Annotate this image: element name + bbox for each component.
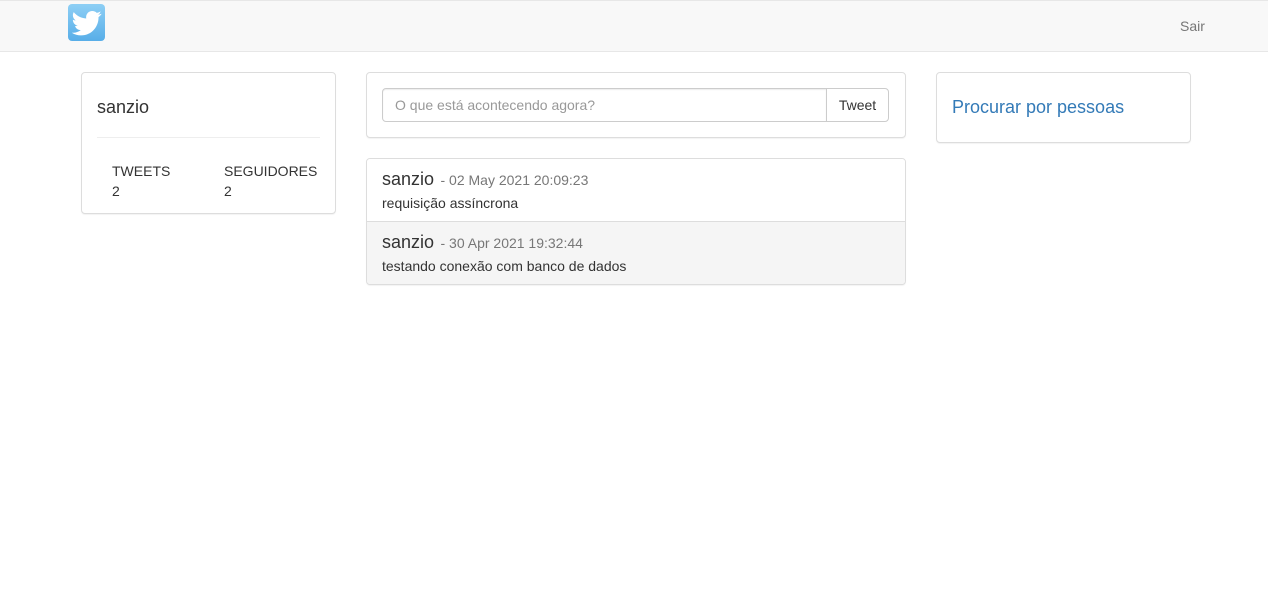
- search-people-panel: Procurar por pessoas: [936, 72, 1191, 143]
- stat-followers-label: SEGUIDORES: [224, 163, 318, 179]
- tweet-header: sanzio - 30 Apr 2021 19:32:44: [382, 232, 583, 253]
- tweet-input[interactable]: [382, 88, 827, 122]
- tweet-feed: sanzio - 02 May 2021 20:09:23 requisição…: [366, 158, 906, 285]
- compose-panel: Tweet: [366, 72, 906, 138]
- tweet-text: requisição assíncrona: [382, 195, 519, 211]
- tweet-item: sanzio - 30 Apr 2021 19:32:44 testando c…: [367, 222, 905, 284]
- tweet-button[interactable]: Tweet: [826, 88, 889, 122]
- tweet-header: sanzio - 02 May 2021 20:09:23: [382, 169, 588, 190]
- tweet-date: - 30 Apr 2021 19:32:44: [440, 235, 583, 251]
- twitter-logo[interactable]: [68, 4, 105, 41]
- stat-followers: SEGUIDORES 2: [224, 161, 317, 201]
- profile-username: sanzio: [97, 97, 150, 117]
- twitter-bird-icon: [71, 10, 101, 35]
- stat-followers-count: 2: [224, 183, 232, 199]
- tweet-author: sanzio: [382, 232, 435, 252]
- stat-tweets-count: 2: [112, 183, 120, 199]
- profile-divider: [97, 137, 320, 138]
- navbar: Sair: [0, 0, 1268, 52]
- stat-tweets: TWEETS 2: [112, 161, 170, 201]
- tweet-text: testando conexão com banco de dados: [382, 258, 627, 274]
- logout-link[interactable]: Sair: [1180, 18, 1205, 34]
- stat-tweets-label: TWEETS: [112, 163, 171, 179]
- tweet-author: sanzio: [382, 169, 435, 189]
- search-people-link[interactable]: Procurar por pessoas: [952, 97, 1124, 118]
- profile-panel: sanzio TWEETS 2 SEGUIDORES 2: [81, 72, 336, 214]
- tweet-item: sanzio - 02 May 2021 20:09:23 requisição…: [367, 159, 905, 222]
- tweet-date: - 02 May 2021 20:09:23: [440, 172, 589, 188]
